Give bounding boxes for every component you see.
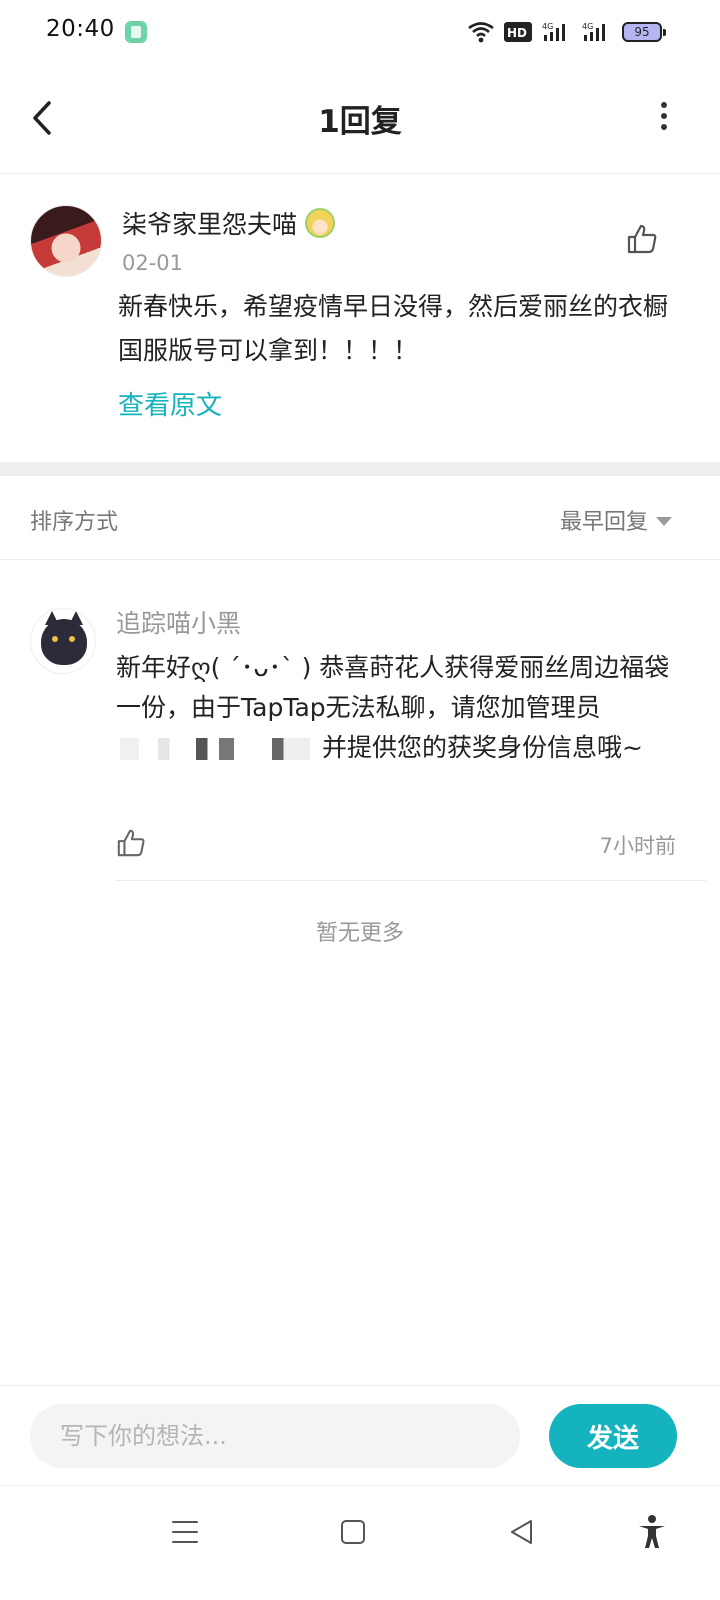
thumbs-up-icon[interactable]	[116, 828, 146, 858]
status-time: 20:40	[46, 16, 115, 42]
sort-label: 排序方式	[30, 510, 119, 535]
section-divider	[0, 462, 720, 476]
comment-text: 新春快乐，希望疫情早日没得，然后爱丽丝的衣橱国服版号可以拿到！！！！	[118, 292, 669, 365]
no-more-text: 暂无更多	[315, 921, 404, 946]
divider	[116, 880, 706, 881]
battery-level: 95	[634, 25, 650, 39]
svg-text:HD: HD	[507, 26, 527, 40]
composer-bar: 发送	[0, 1385, 720, 1485]
sort-dropdown[interactable]: 最早回复	[560, 504, 672, 536]
signal-4g-icon: 4G	[542, 22, 565, 41]
svg-text:4G: 4G	[582, 22, 593, 31]
sort-row: 排序方式 最早回复	[0, 476, 720, 560]
reply-text: 新年好ღ( ´･ᴗ･` ) 恭喜莳花人获得爱丽丝周边福袋一份，由于TapTap无…	[116, 648, 686, 768]
caret-down-icon	[656, 516, 672, 526]
comment-author[interactable]: 柒爷家里怨夫喵	[122, 205, 336, 241]
comment-date: 02-01	[122, 251, 184, 275]
back-triangle-icon[interactable]	[502, 1512, 542, 1552]
avatar[interactable]	[30, 608, 96, 674]
avatar[interactable]	[30, 205, 102, 277]
reply-time: 7小时前	[599, 834, 676, 858]
svg-text:4G: 4G	[542, 22, 553, 31]
more-vertical-icon[interactable]	[658, 102, 670, 134]
wifi-icon	[468, 22, 494, 43]
hd-icon: HD	[504, 22, 532, 42]
send-button[interactable]: 发送	[549, 1404, 677, 1468]
reply-text-end: 并提供您的获奖身份信息哦~	[321, 733, 643, 762]
view-original-link[interactable]: 查看原文	[118, 385, 222, 422]
main-comment: 柒爷家里怨夫喵 02-01 新春快乐，希望疫情早日没得，然后爱丽丝的衣橱国服版号…	[0, 175, 720, 463]
thumbs-up-icon[interactable]	[626, 223, 658, 255]
accessibility-icon[interactable]	[632, 1512, 672, 1552]
top-bar: 1回复	[0, 64, 720, 174]
sort-value: 最早回复	[559, 510, 648, 535]
reply-author[interactable]: 追踪喵小黑	[116, 604, 241, 640]
redacted-contact	[120, 738, 310, 760]
app-notification-icon	[125, 21, 147, 43]
reply-text-start: 新年好ღ( ´･ᴗ･` ) 恭喜莳花人获得爱丽丝周边福袋一份，由于TapTap无…	[116, 653, 670, 722]
system-nav-bar	[0, 1485, 720, 1600]
cat-avatar-icon	[41, 611, 87, 665]
user-badge-icon	[305, 208, 336, 238]
comment-input[interactable]	[30, 1404, 520, 1468]
signal-4g-icon: 4G	[582, 22, 605, 41]
reply-item: 追踪喵小黑 新年好ღ( ´･ᴗ･` ) 恭喜莳花人获得爱丽丝周边福袋一份，由于T…	[0, 560, 720, 881]
battery-icon: 95	[622, 22, 666, 42]
author-name: 柒爷家里怨夫喵	[122, 210, 298, 239]
menu-icon[interactable]	[165, 1512, 205, 1552]
status-bar: 20:40 HD 4G 4G 95	[0, 0, 720, 64]
page-title: 1回复	[318, 104, 402, 140]
status-icons: HD 4G 4G 95	[468, 18, 666, 46]
home-icon[interactable]	[333, 1512, 373, 1552]
